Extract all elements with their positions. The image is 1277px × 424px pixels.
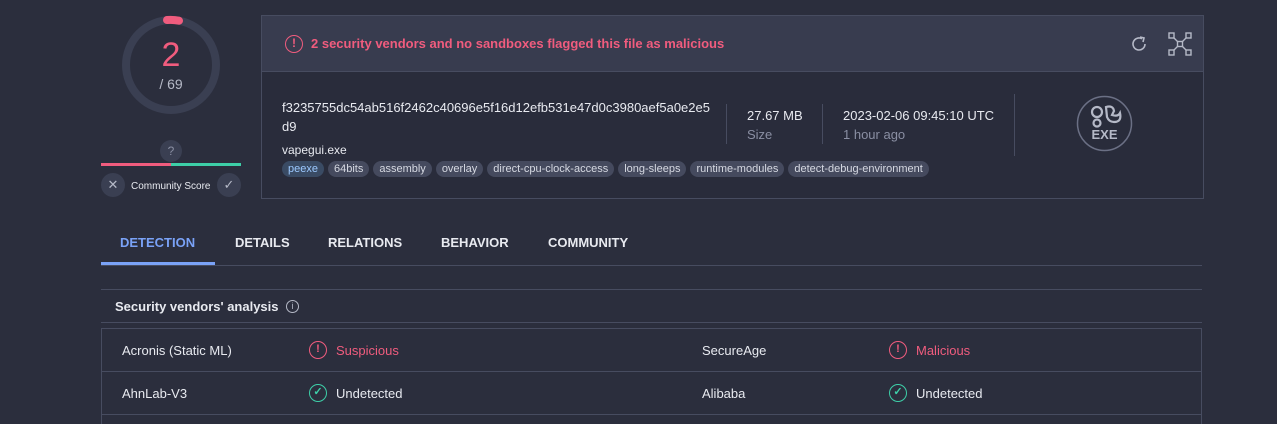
divider	[1014, 94, 1015, 156]
tag[interactable]: overlay	[435, 161, 484, 177]
check-circle-icon: ✓	[309, 384, 327, 402]
file-hash[interactable]: f3235755dc54ab516f2462c40696e5f16d12efb5…	[282, 98, 712, 136]
tab-details[interactable]: DETAILS	[235, 235, 290, 250]
tab-detection[interactable]: DETECTION	[120, 235, 195, 250]
tag[interactable]: long-sleeps	[618, 161, 687, 177]
vendor-name: Acronis (Static ML)	[122, 343, 232, 358]
section-title: Security vendors' analysis	[115, 299, 279, 314]
detection-banner-text: 2 security vendors and no sandboxes flag…	[311, 36, 725, 51]
community-like-button[interactable]: ✓	[217, 173, 241, 197]
file-tags: peexe 64bits assembly overlay direct-cpu…	[282, 161, 929, 177]
table-row: Acronis (Static ML) ! Suspicious SecureA…	[102, 329, 1201, 372]
tab-behavior[interactable]: BEHAVIOR	[441, 235, 509, 250]
vendor-result: Undetected	[336, 386, 403, 401]
detection-count: 2	[161, 36, 181, 74]
detection-score-ring: 2 / 69	[120, 14, 222, 116]
last-analysis-relative: 1 hour ago	[843, 127, 906, 142]
file-size-value: 27.67 MB	[747, 108, 803, 123]
reanalyze-icon[interactable]	[1129, 34, 1149, 59]
table-row: AhnLab-V3 ✓ Undetected Alibaba ✓ Undetec…	[102, 372, 1201, 415]
exe-file-type-icon: EXE	[1076, 95, 1133, 152]
tag[interactable]: direct-cpu-clock-access	[487, 161, 615, 177]
divider	[822, 104, 823, 144]
community-score-help-icon[interactable]: ?	[160, 140, 182, 162]
vendor-name: Alibaba	[702, 386, 746, 401]
tab-relations[interactable]: RELATIONS	[328, 235, 402, 250]
detection-banner: ! 2 security vendors and no sandboxes fl…	[262, 16, 1203, 72]
active-tab-indicator	[101, 262, 215, 265]
file-summary-card: ! 2 security vendors and no sandboxes fl…	[261, 15, 1204, 199]
vendor-result: Suspicious	[336, 343, 399, 358]
file-name: vapegui.exe	[282, 143, 347, 157]
vendor-name: AhnLab-V3	[122, 386, 188, 401]
last-analysis-date: 2023-02-06 09:45:10 UTC	[843, 108, 995, 123]
similar-files-icon[interactable]	[1168, 32, 1192, 61]
alert-icon: !	[285, 35, 303, 53]
tag[interactable]: 64bits	[327, 161, 370, 177]
vendor-result: Malicious	[916, 343, 971, 358]
divider	[726, 104, 727, 144]
vendor-name: SecureAge	[702, 343, 767, 358]
alert-icon: !	[309, 341, 327, 359]
check-circle-icon: ✓	[889, 384, 907, 402]
security-vendors-header: Security vendors' analysis i	[101, 289, 1202, 323]
exe-badge-text: EXE	[1091, 127, 1117, 142]
community-score-label: Community Score	[131, 181, 211, 192]
vendor-result: Undetected	[916, 386, 983, 401]
engine-total: / 69	[159, 76, 183, 92]
tab-community[interactable]: COMMUNITY	[548, 235, 628, 250]
info-icon[interactable]: i	[286, 300, 299, 313]
tag[interactable]: peexe	[282, 161, 324, 177]
report-tabs: DETECTION DETAILS RELATIONS BEHAVIOR COM…	[101, 224, 1202, 266]
tag[interactable]: runtime-modules	[690, 161, 785, 177]
tag[interactable]: assembly	[373, 161, 432, 177]
tag[interactable]: detect-debug-environment	[788, 161, 929, 177]
alert-icon: !	[889, 341, 907, 359]
vendor-results-table: Acronis (Static ML) ! Suspicious SecureA…	[101, 328, 1202, 424]
community-score-bar	[101, 163, 241, 166]
file-size-label: Size	[747, 127, 773, 142]
community-dislike-button[interactable]: ✕	[101, 173, 125, 197]
